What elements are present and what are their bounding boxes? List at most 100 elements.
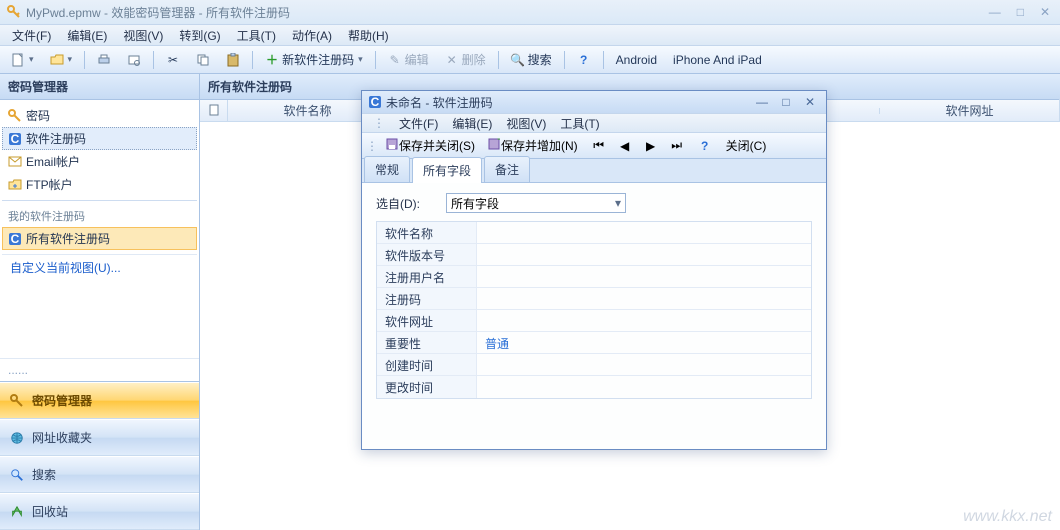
dialog-menubar: ⋮ 文件(F) 编辑(E) 视图(V) 工具(T) xyxy=(362,113,826,133)
dialog-menu-file[interactable]: 文件(F) xyxy=(394,114,443,133)
field-row: 软件名称 xyxy=(377,222,811,244)
menu-edit[interactable]: 编辑(E) xyxy=(61,25,113,46)
field-table: 软件名称 软件版本号 注册用户名 注册码 软件网址 重要性普通 创建时间 更改时… xyxy=(376,221,812,399)
help-button[interactable]: ? xyxy=(570,49,598,71)
select-from-combo[interactable]: 所有字段 ▾ xyxy=(446,193,626,213)
field-row: 重要性普通 xyxy=(377,332,811,354)
field-row: 注册用户名 xyxy=(377,266,811,288)
sidebar-item-password[interactable]: 密码 xyxy=(2,104,197,127)
dialog-body: 选自(D): 所有字段 ▾ 软件名称 软件版本号 注册用户名 注册码 软件网址 … xyxy=(362,183,826,449)
field-value[interactable] xyxy=(477,288,811,309)
dialog-minimize-button[interactable]: — xyxy=(752,95,772,109)
delete-button[interactable]: ✕删除 xyxy=(438,47,493,72)
print-preview-button[interactable] xyxy=(120,49,148,71)
sidebar-item-email[interactable]: Email帐户 xyxy=(2,150,197,173)
sidebar-item-all-regcode[interactable]: C 所有软件注册码 xyxy=(2,227,197,250)
dialog-help-button[interactable]: ? xyxy=(693,137,717,155)
clipboard-icon xyxy=(226,53,240,67)
minimize-button[interactable]: — xyxy=(985,5,1005,19)
menu-action[interactable]: 动作(A) xyxy=(286,25,338,46)
save-add-button[interactable]: +保存并增加(N) xyxy=(482,135,583,156)
field-row: 更改时间 xyxy=(377,376,811,398)
tab-all-fields[interactable]: 所有字段 xyxy=(412,157,482,183)
dialog-close-toolbar-button[interactable]: 关闭(C) xyxy=(721,135,772,156)
sidebar-item-regcode[interactable]: C 软件注册码 xyxy=(2,127,197,150)
acc-label: 密码管理器 xyxy=(32,392,92,409)
menu-view[interactable]: 视图(V) xyxy=(117,25,169,46)
field-value[interactable] xyxy=(477,244,811,265)
close-button[interactable]: ✕ xyxy=(1036,5,1054,19)
iphone-button[interactable]: iPhone And iPad xyxy=(666,49,769,71)
tab-general[interactable]: 常规 xyxy=(364,156,410,182)
paste-button[interactable] xyxy=(219,49,247,71)
dialog-title: 未命名 - 软件注册码 xyxy=(386,94,748,111)
col-software-url[interactable]: 软件网址 xyxy=(880,99,1060,122)
c-badge-icon: C xyxy=(8,232,22,246)
open-button[interactable]: ▾ xyxy=(43,49,80,71)
menu-file[interactable]: 文件(F) xyxy=(6,25,57,46)
last-icon: ⏭ xyxy=(670,139,684,153)
acc-favorites[interactable]: 网址收藏夹 xyxy=(0,419,199,456)
print-button[interactable] xyxy=(90,49,118,71)
nav-last-button[interactable]: ⏭ xyxy=(665,136,689,155)
sidebar-item-label: FTP帐户 xyxy=(26,176,73,193)
save-close-button[interactable]: 保存并关闭(S) xyxy=(380,135,480,156)
tab-remark[interactable]: 备注 xyxy=(484,156,530,182)
field-label: 重要性 xyxy=(377,332,477,353)
field-value[interactable] xyxy=(477,354,811,375)
next-icon: ▶ xyxy=(644,139,658,153)
android-button[interactable]: Android xyxy=(609,49,664,71)
field-value[interactable] xyxy=(477,222,811,243)
page-icon xyxy=(207,103,221,117)
field-value[interactable] xyxy=(477,310,811,331)
dialog-menu-tools[interactable]: 工具(T) xyxy=(555,114,604,133)
custom-view-link[interactable]: 自定义当前视图(U)... xyxy=(2,254,197,280)
field-label: 软件网址 xyxy=(377,310,477,331)
copy-button[interactable] xyxy=(189,49,217,71)
menu-goto[interactable]: 转到(G) xyxy=(173,25,226,46)
cut-button[interactable]: ✂ xyxy=(159,49,187,71)
sidebar-accordion: 密码管理器 网址收藏夹 搜索 回收站 xyxy=(0,381,199,530)
maximize-button[interactable]: □ xyxy=(1013,5,1028,19)
field-value[interactable] xyxy=(477,376,811,398)
app-key-icon xyxy=(6,4,22,20)
sidebar-item-label: 所有软件注册码 xyxy=(26,230,110,247)
menubar: 文件(F) 编辑(E) 视图(V) 转到(G) 工具(T) 动作(A) 帮助(H… xyxy=(0,24,1060,46)
svg-text:C: C xyxy=(11,232,20,246)
nav-next-button[interactable]: ▶ xyxy=(639,137,663,155)
search-button[interactable]: 🔍搜索 xyxy=(504,47,559,72)
acc-password-manager[interactable]: 密码管理器 xyxy=(0,382,199,419)
c-badge-icon: C xyxy=(8,132,22,146)
new-code-button[interactable]: ＋新软件注册码▾ xyxy=(258,47,370,72)
field-value[interactable]: 普通 xyxy=(477,332,811,353)
nav-prev-button[interactable]: ◀ xyxy=(613,137,637,155)
acc-recycle[interactable]: 回收站 xyxy=(0,493,199,530)
plus-icon: ＋ xyxy=(265,53,279,67)
acc-search[interactable]: 搜索 xyxy=(0,456,199,493)
svg-text:+: + xyxy=(497,138,500,146)
sidebar-item-label: 密码 xyxy=(26,107,50,124)
globe-icon xyxy=(10,431,24,445)
menu-help[interactable]: 帮助(H) xyxy=(342,25,395,46)
field-value[interactable] xyxy=(477,266,811,287)
col-icon[interactable] xyxy=(200,100,228,122)
acc-label: 网址收藏夹 xyxy=(32,429,92,446)
printer-icon xyxy=(97,53,111,67)
sidebar: 密码管理器 密码 C 软件注册码 Email帐户 FTP帐户 我的软件注册码 xyxy=(0,74,200,530)
dialog-tabs: 常规 所有字段 备注 xyxy=(362,159,826,183)
dialog-maximize-button[interactable]: □ xyxy=(776,95,796,109)
field-label: 创建时间 xyxy=(377,354,477,375)
svg-text:C: C xyxy=(11,132,20,146)
dialog-menu-view[interactable]: 视图(V) xyxy=(501,114,551,133)
new-doc-button[interactable]: ▾ xyxy=(4,49,41,71)
dialog-close-button[interactable]: ✕ xyxy=(800,95,820,109)
edit-button[interactable]: ✎编辑 xyxy=(381,47,436,72)
nav-first-button[interactable]: ⏮ xyxy=(587,136,611,155)
sidebar-item-ftp[interactable]: FTP帐户 xyxy=(2,173,197,196)
ftp-icon xyxy=(8,178,22,192)
save-close-label: 保存并关闭(S) xyxy=(399,139,475,153)
menu-tools[interactable]: 工具(T) xyxy=(231,25,282,46)
dialog-menu-edit[interactable]: 编辑(E) xyxy=(447,114,497,133)
key-icon xyxy=(8,109,22,123)
field-label: 软件版本号 xyxy=(377,244,477,265)
